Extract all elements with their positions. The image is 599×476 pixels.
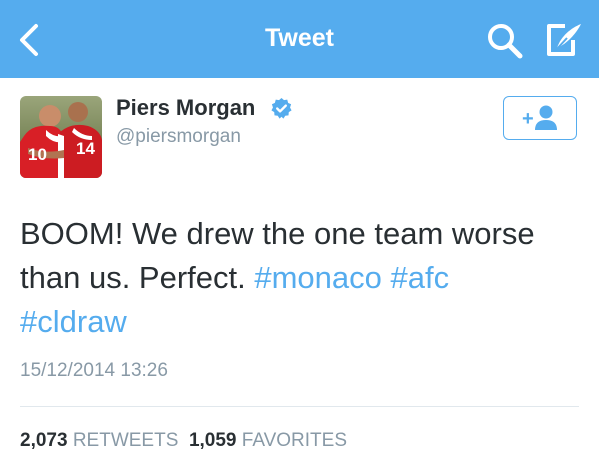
- divider: [20, 406, 579, 407]
- avatar[interactable]: 10 14: [20, 96, 102, 178]
- hashtag-cldraw[interactable]: #cldraw: [20, 304, 127, 339]
- author-handle[interactable]: @piersmorgan: [116, 126, 241, 148]
- add-user-icon: +: [522, 105, 557, 130]
- retweets-stat[interactable]: 2,073 RETWEETS: [20, 430, 178, 451]
- compose-button[interactable]: [543, 20, 585, 60]
- navigation-bar: Tweet: [0, 0, 599, 78]
- tweet-text: BOOM! We drew the one team worse than us…: [20, 212, 585, 344]
- jersey-number-left: 10: [28, 145, 47, 164]
- retweets-count: 2,073: [20, 430, 68, 451]
- favorites-count: 1,059: [188, 430, 237, 451]
- verified-badge: [270, 97, 293, 120]
- search-button[interactable]: [486, 22, 524, 60]
- follow-plus-label: +: [522, 108, 534, 130]
- tweet-stats: 2,073 RETWEETS 1,059 FAVORITES: [20, 430, 347, 452]
- tweet-timestamp: 15/12/2014 13:26: [20, 360, 168, 381]
- follow-button[interactable]: +: [503, 96, 577, 140]
- retweets-label: RETWEETS: [72, 430, 179, 451]
- avatar-image: 10 14: [20, 96, 102, 178]
- author-display-name[interactable]: Piers Morgan: [116, 95, 255, 121]
- favorites-stat[interactable]: 1,059 FAVORITES: [189, 430, 347, 451]
- verified-badge-icon: [271, 97, 292, 119]
- hashtag-monaco[interactable]: #monaco: [254, 260, 382, 295]
- compose-tweet-icon: [547, 24, 581, 56]
- hashtag-afc[interactable]: #afc: [391, 260, 450, 295]
- search-icon: [488, 24, 523, 59]
- jersey-number-right: 14: [76, 139, 95, 158]
- tweet-text-space: [382, 260, 391, 295]
- favorites-label: FAVORITES: [241, 430, 348, 451]
